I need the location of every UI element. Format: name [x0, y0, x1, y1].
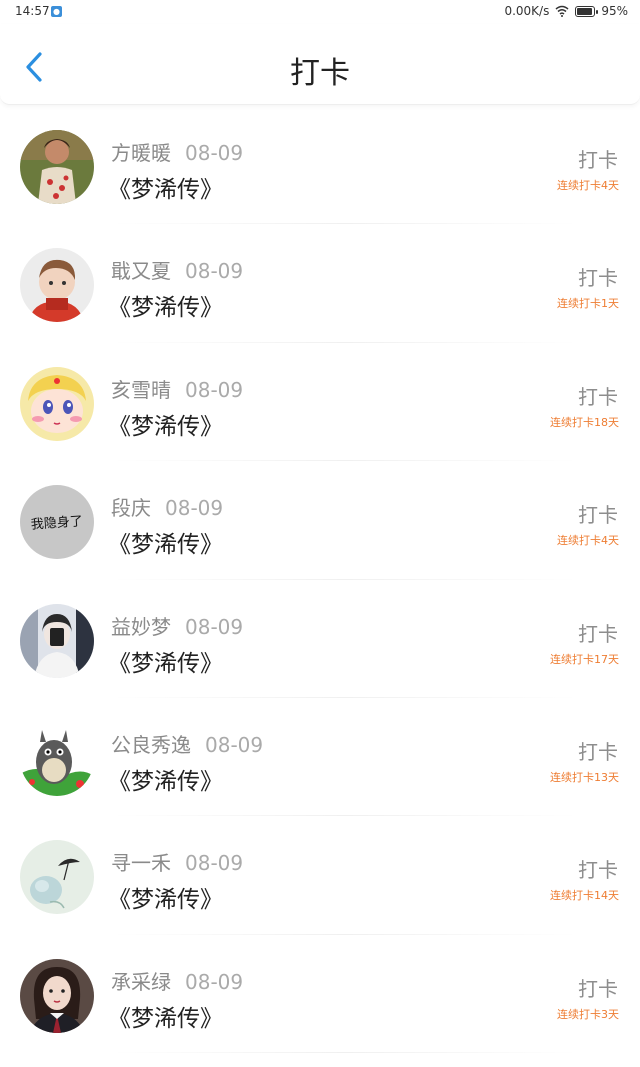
checkin-date: 08-09: [185, 614, 244, 639]
battery-percent: 95%: [601, 4, 628, 18]
streak-text: 连续打卡13天: [550, 770, 619, 784]
list-item[interactable]: 戢又夏 08-09 《梦浠传》 打卡连续打卡1天: [0, 224, 640, 343]
user-name: 益妙梦: [111, 614, 171, 639]
name-line: 益妙梦 08-09: [111, 611, 243, 640]
avatar[interactable]: [20, 248, 94, 323]
checkin-button[interactable]: 打卡: [578, 973, 618, 1002]
checkin-date: 08-09: [165, 496, 224, 521]
status-right: 0.00K/s 95%: [504, 4, 628, 18]
list-item[interactable]: 公良秀逸 08-09 《梦浠传》 打卡连续打卡13天: [0, 698, 640, 817]
avatar[interactable]: [20, 958, 94, 1033]
header: 打卡: [0, 24, 640, 105]
checkin-date: 08-09: [185, 259, 244, 284]
checkin-date: 08-09: [185, 141, 244, 165]
checkin-button[interactable]: 打卡: [578, 618, 618, 647]
checkin-button[interactable]: 打卡: [578, 381, 618, 410]
user-name: 承采绿: [111, 969, 171, 994]
name-line: 段庆 08-09: [111, 492, 223, 521]
avatar[interactable]: [20, 130, 94, 204]
avatar[interactable]: [20, 366, 94, 441]
user-name: 段庆: [111, 496, 151, 521]
checkin-list: 方暖暖 08-09 《梦浠传》 打卡 连续打卡4天 戢又夏 08-09 《梦浠传》 打卡 连续打卡…: [0, 106, 640, 1054]
checkin-date: 08-09: [185, 969, 244, 994]
book-title: 《梦浠传》: [108, 887, 223, 914]
user-name: 方暖暖: [111, 141, 171, 165]
checkin-button[interactable]: 打卡: [578, 144, 618, 173]
page-title: 打卡: [290, 56, 350, 91]
book-title: 《梦浠传》: [108, 768, 223, 795]
list-item[interactable]: 益妙梦 08-09 《梦浠传》 打卡连续打卡17天: [0, 580, 640, 698]
user-name: 寻一禾: [111, 851, 171, 876]
streak-text: 连续打卡4天: [557, 534, 619, 548]
user-name: 公良秀逸: [111, 732, 191, 757]
streak-text: 连续打卡18天: [550, 415, 619, 429]
name-line: 戢又夏 08-09: [111, 255, 243, 284]
avatar[interactable]: [20, 721, 94, 796]
checkin-button[interactable]: 打卡: [578, 262, 618, 291]
status-bar: 14:57 ● 0.00K/s 95%: [0, 0, 640, 24]
list-item[interactable]: 亥雪晴 08-09 《梦浠传》 打卡连续打卡18天: [0, 343, 640, 462]
avatar[interactable]: 我隐身了: [20, 485, 94, 560]
book-title: 《梦浠传》: [108, 413, 223, 440]
list-item[interactable]: 方暖暖 08-09 《梦浠传》 打卡连续打卡4天: [0, 106, 640, 225]
book-title: 《梦浠传》: [108, 1005, 223, 1032]
list-item[interactable]: 承采绿 08-09 《梦浠传》 打卡连续打卡3天: [0, 935, 640, 1054]
checkin-button[interactable]: 打卡: [578, 854, 618, 883]
list-item[interactable]: 我隐身了 段庆 08-09 《梦浠传》 打卡连续打卡4天: [0, 461, 640, 580]
divider: [110, 1052, 580, 1054]
user-name: 亥雪晴: [111, 377, 171, 402]
streak-text: 连续打卡1天: [557, 297, 619, 311]
name-line: 寻一禾 08-09: [111, 847, 243, 876]
book-title: 《梦浠传》: [108, 532, 223, 559]
avatar[interactable]: [20, 840, 94, 915]
battery-icon: [575, 5, 599, 17]
wifi-icon: [555, 5, 569, 17]
name-line: 方暖暖 08-09: [111, 137, 243, 166]
notification-app-icon: ●: [51, 6, 62, 17]
network-speed: 0.00K/s: [504, 4, 550, 18]
checkin-button[interactable]: 打卡: [578, 736, 618, 765]
streak-text: 连续打卡3天: [557, 1007, 619, 1021]
name-line: 公良秀逸 08-09: [111, 729, 263, 758]
user-name: 戢又夏: [111, 259, 171, 284]
book-title: 《梦浠传》: [108, 295, 223, 322]
streak-text: 连续打卡17天: [550, 652, 619, 666]
list-item[interactable]: 寻一禾 08-09 《梦浠传》 打卡连续打卡14天: [0, 816, 640, 935]
name-line: 承采绿 08-09: [111, 966, 243, 995]
streak-text: 连续打卡14天: [550, 889, 619, 903]
streak-text: 连续打卡4天: [557, 179, 619, 192]
avatar[interactable]: [20, 603, 94, 678]
name-line: 亥雪晴 08-09: [111, 374, 243, 403]
checkin-date: 08-09: [185, 851, 244, 876]
book-title: 《梦浠传》: [108, 650, 223, 677]
checkin-date: 08-09: [205, 732, 264, 757]
checkin-button[interactable]: 打卡: [578, 499, 618, 528]
status-time: 14:57: [15, 4, 50, 18]
checkin-date: 08-09: [185, 377, 244, 402]
book-title: 《梦浠传》: [108, 177, 223, 203]
